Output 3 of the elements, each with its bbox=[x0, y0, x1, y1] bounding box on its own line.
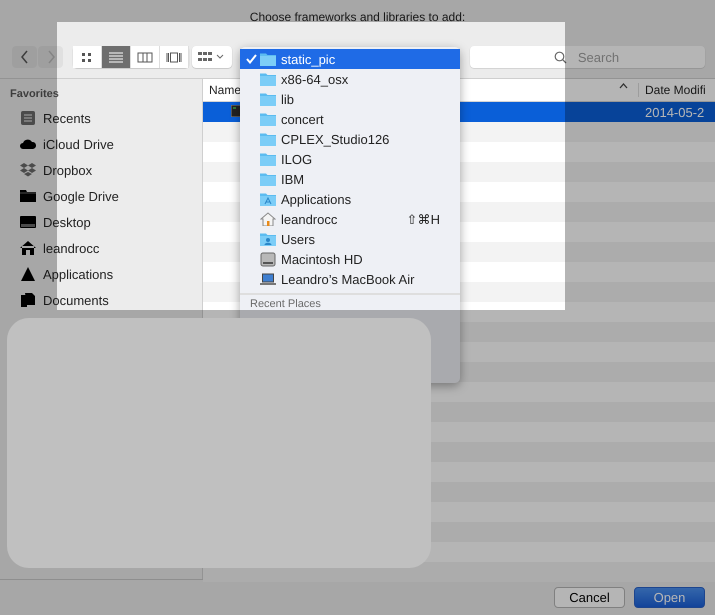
dialog-title: Choose frameworks and libraries to add: bbox=[250, 10, 466, 24]
menu-section-heading: Recent Places bbox=[249, 298, 322, 310]
date-cell-text: 2014-05-2 bbox=[644, 104, 704, 120]
